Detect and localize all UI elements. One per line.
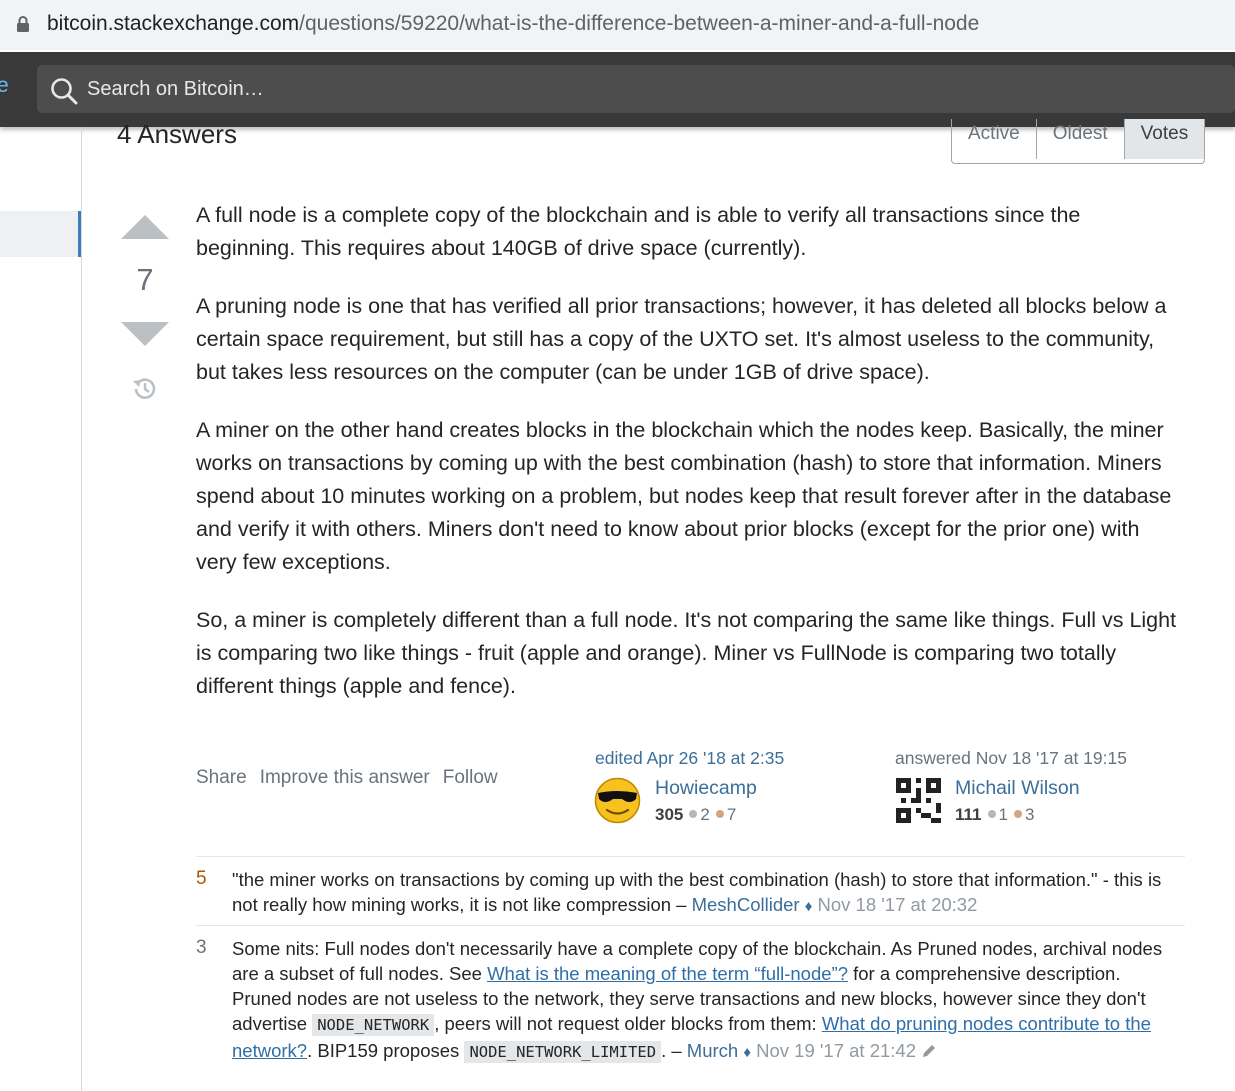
sort-tab-oldest[interactable]: Oldest <box>1037 119 1125 159</box>
sort-tab-active[interactable]: Active <box>952 119 1037 159</box>
url-path: /questions/59220/what-is-the-difference-… <box>299 12 980 35</box>
answer-paragraph: A pruning node is one that has verified … <box>196 294 1167 384</box>
silver-badge-icon <box>689 810 698 818</box>
left-sidebar <box>0 127 82 1091</box>
answer-sort-tabs: Active Oldest Votes <box>951 119 1206 164</box>
comment-link-full-node[interactable]: What is the meaning of the term “full-no… <box>487 963 848 984</box>
lock-icon <box>17 16 29 32</box>
comment-user-link[interactable]: MeshCollider <box>692 894 800 915</box>
upvote-arrow-icon[interactable] <box>121 215 169 239</box>
share-link[interactable]: Share <box>196 767 247 789</box>
answer-paragraph: A full node is a complete copy of the bl… <box>196 203 1081 260</box>
comment-score: 3 <box>196 937 207 958</box>
comment-body: . – <box>661 1040 682 1061</box>
silver-badge-count: 1 <box>998 805 1008 824</box>
comment-body: . BIP159 proposes <box>307 1040 460 1061</box>
vote-count: 7 <box>136 262 154 297</box>
editor-username[interactable]: Howiecamp <box>655 777 757 800</box>
answer-paragraph: So, a miner is completely different than… <box>196 608 1177 698</box>
answer-paragraph: A miner on the other hand creates blocks… <box>196 418 1172 574</box>
comment-score: 5 <box>196 868 207 889</box>
comment-text: Some nits: Full nodes don't necessarily … <box>232 936 1172 1065</box>
reputation-score: 305 <box>655 805 684 824</box>
silver-badge-count: 2 <box>700 805 710 824</box>
url-host: bitcoin.stackexchange.com <box>47 12 300 35</box>
comment-date[interactable]: Nov 19 '17 at 21:42 <box>756 1040 916 1061</box>
bronze-badge-icon <box>1013 810 1022 818</box>
history-icon[interactable] <box>130 374 160 404</box>
downvote-arrow-icon[interactable] <box>121 322 169 346</box>
sort-tab-votes[interactable]: Votes <box>1124 119 1205 159</box>
improve-answer-link[interactable]: Improve this answer <box>260 767 430 789</box>
site-logo-fragment[interactable]: e <box>0 74 9 98</box>
moderator-diamond-icon: ♦ <box>804 898 813 915</box>
author-username[interactable]: Michail Wilson <box>955 777 1080 800</box>
editor-avatar[interactable] <box>594 777 641 824</box>
follow-link[interactable]: Follow <box>443 767 498 789</box>
search-input[interactable]: Search on Bitcoin… <box>87 78 264 101</box>
post-menu: Share Improve this answer Follow <box>196 767 498 789</box>
comment-divider <box>196 925 1185 926</box>
comment-body: , peers will not request older blocks fr… <box>434 1013 817 1034</box>
bronze-badge-count: 7 <box>726 805 737 824</box>
edited-timestamp[interactable]: edited Apr 26 '18 at 2:35 <box>595 748 784 769</box>
comment-text: "the miner works on transactions by comi… <box>232 867 1172 919</box>
answer-body: A full node is a complete copy of the bl… <box>196 199 1181 728</box>
author-avatar[interactable] <box>896 778 941 823</box>
moderator-diamond-icon: ♦ <box>743 1044 751 1061</box>
comment-user-link[interactable]: Murch <box>687 1040 738 1061</box>
comments-divider <box>196 856 1185 857</box>
answered-timestamp[interactable]: answered Nov 18 '17 at 19:15 <box>895 748 1127 769</box>
bronze-badge-icon <box>715 810 724 818</box>
url-text: bitcoin.stackexchange.com/questions/5922… <box>47 12 979 36</box>
editor-reputation-badges: 305 2 7 <box>655 805 736 825</box>
inline-code: NODE_NETWORK <box>312 1014 435 1036</box>
sidebar-item-active[interactable] <box>0 211 81 257</box>
author-reputation-badges: 111 1 3 <box>955 805 1034 825</box>
reputation-score: 111 <box>955 805 982 824</box>
search-icon <box>51 78 78 105</box>
inline-code: NODE_NETWORK_LIMITED <box>464 1041 662 1063</box>
answers-count-heading: 4 Answers <box>117 119 237 149</box>
silver-badge-icon <box>987 810 996 818</box>
browser-address-bar[interactable]: bitcoin.stackexchange.com/questions/5922… <box>0 0 1235 50</box>
bronze-badge-count: 3 <box>1024 805 1035 824</box>
comment-date[interactable]: Nov 18 '17 at 20:32 <box>818 894 978 915</box>
pencil-edited-icon <box>923 1045 936 1057</box>
